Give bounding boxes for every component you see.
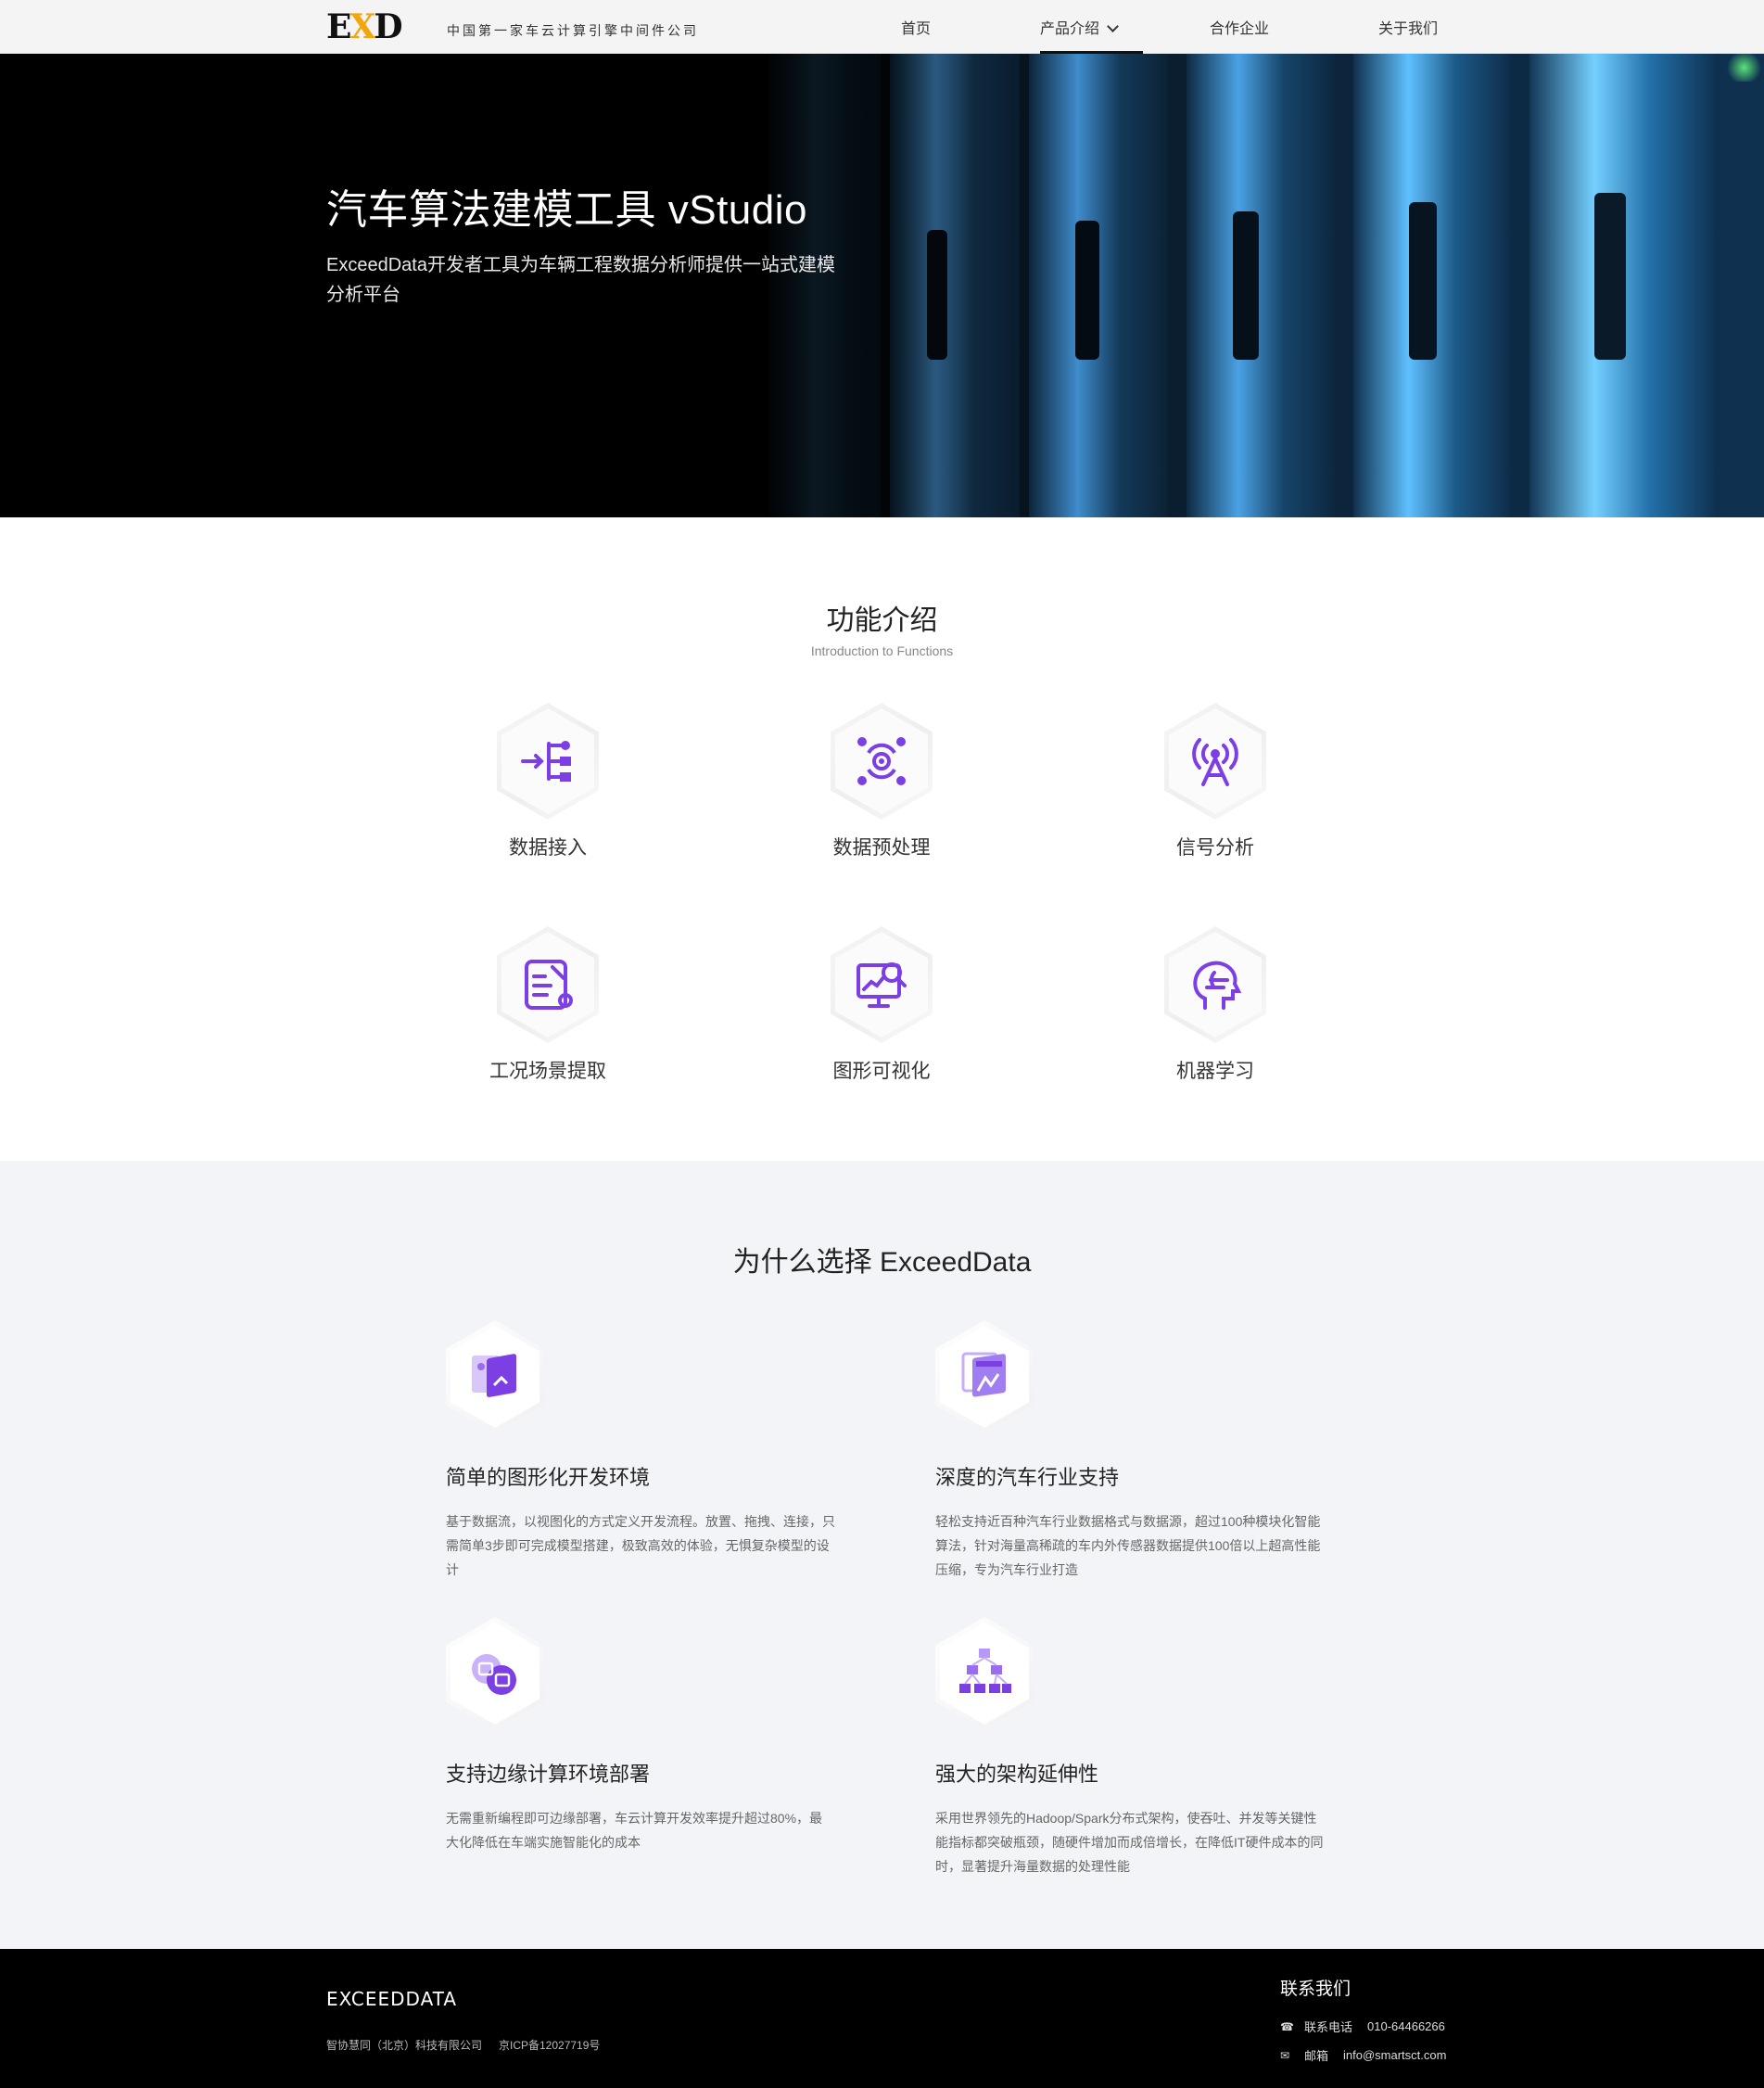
contact-email: ✉ 邮箱 info@smartsct.com (1280, 2048, 1447, 2063)
chevron-down-icon (1107, 20, 1119, 32)
contact-phone: ☎ 联系电话 010-64466266 (1280, 2019, 1445, 2034)
why-item-desc: 无需重新编程即可边缘部署，车云计算开发效率提升超过80%，最大化降低在车端实施智… (446, 1811, 823, 1850)
functions-title: 功能介绍 (826, 605, 938, 636)
why-item-industry-support: 深度的汽车行业支持 轻松支持近百种汽车行业数据格式与数据源，超过100种模块化智… (935, 1320, 1325, 1582)
why-title: 为什么选择 ExceedData (732, 1247, 1032, 1278)
why-item-title: 强大的架构延伸性 (935, 1763, 1099, 1786)
why-item-title: 简单的图形化开发环境 (446, 1466, 651, 1489)
email-address[interactable]: info@smartsct.com (1343, 2048, 1446, 2062)
function-label: 数据预处理 (832, 837, 931, 859)
exd-logo[interactable]: EXD (326, 10, 403, 44)
footer-company: 智协慧同（北京）科技有限公司 (326, 2039, 483, 2052)
function-item-data-preprocess[interactable]: 数据预处理 (770, 703, 993, 860)
graphical-dev-icon (472, 1354, 516, 1397)
function-item-data-ingest[interactable]: 数据接入 (437, 703, 659, 860)
visualization-icon (857, 962, 907, 1008)
function-item-signal-analysis[interactable]: 信号分析 (1104, 703, 1326, 860)
nav-partners[interactable]: 合作企业 (1210, 0, 1269, 54)
footer: EXCEEDDATA 智协慧同（北京）科技有限公司 京ICP备12027719号… (0, 1949, 1764, 2088)
why-item-title: 支持边缘计算环境部署 (446, 1763, 651, 1786)
phone-icon: ☎ (1280, 2019, 1294, 2033)
mail-icon: ✉ (1280, 2048, 1290, 2062)
functions-section: 功能介绍 Introduction to Functions 数据接入 数据预处… (0, 517, 1764, 1161)
why-item-desc: 轻松支持近百种汽车行业数据格式与数据源，超过100种模块化智能算法，针对海量高稀… (935, 1514, 1321, 1577)
why-section: 为什么选择 ExceedData 简单的图形化开发环境 基于数据流，以视图化的方… (0, 1161, 1764, 1949)
machine-learning-icon (1193, 961, 1242, 1010)
function-label: 数据接入 (509, 837, 587, 859)
why-item-desc: 采用世界领先的Hadoop/Spark分布式架构，使吞吐、并发等关键性能指标都突… (935, 1811, 1324, 1874)
function-label: 图形可视化 (832, 1061, 931, 1082)
nav-products[interactable]: 产品介绍 (1040, 0, 1144, 54)
why-item-architecture: 强大的架构延伸性 采用世界领先的Hadoop/Spark分布式架构，使吞吐、并发… (935, 1617, 1325, 1878)
footer-icp-link[interactable]: 京ICP备12027719号 (499, 2037, 600, 2053)
function-item-scenario-extract[interactable]: 工况场景提取 (437, 926, 659, 1084)
footer-logo[interactable]: EXCEEDDATA (326, 1988, 457, 2010)
data-preprocess-icon (857, 737, 906, 785)
data-ingest-icon (521, 741, 571, 782)
why-item-title: 深度的汽车行业支持 (935, 1466, 1120, 1489)
why-item-graphical-dev: 简单的图形化开发环境 基于数据流，以视图化的方式定义开发流程。放置、拖拽、连接，… (446, 1320, 835, 1582)
function-label: 信号分析 (1176, 837, 1254, 859)
why-item-desc: 基于数据流，以视图化的方式定义开发流程。放置、拖拽、连接，只需简单3步即可完成模… (446, 1514, 835, 1577)
company-tagline: 中国第一家车云计算引擎中间件公司 (447, 24, 699, 39)
hero-banner: 汽车算法建模工具 vStudio ExceedData开发者工具为车辆工程数据分… (0, 54, 1764, 517)
functions-subtitle: Introduction to Functions (810, 643, 954, 658)
industry-support-icon (961, 1352, 1006, 1397)
nav-home[interactable]: 首页 (901, 0, 931, 54)
top-navbar: EXD 中国第一家车云计算引擎中间件公司 首页 产品介绍 合作企业 关于我们 (0, 0, 1764, 54)
hero-subtitle: ExceedData开发者工具为车辆工程数据分析师提供一站式建模分析平台 (326, 255, 835, 305)
contact-title: 联系我们 (1280, 1980, 1352, 1999)
function-label: 机器学习 (1176, 1061, 1254, 1082)
scenario-extract-icon (525, 960, 573, 1010)
function-item-visualization[interactable]: 图形可视化 (770, 926, 993, 1084)
hero-title: 汽车算法建模工具 vStudio (326, 187, 807, 233)
edge-compute-icon (472, 1654, 516, 1695)
phone-number[interactable]: 010-64466266 (1367, 2019, 1445, 2033)
function-item-machine-learning[interactable]: 机器学习 (1104, 926, 1326, 1084)
why-item-edge-compute: 支持边缘计算环境部署 无需重新编程即可边缘部署，车云计算开发效率提升超过80%，… (446, 1617, 835, 1854)
signal-tower-icon (1192, 738, 1238, 786)
function-label: 工况场景提取 (489, 1061, 606, 1082)
architecture-icon (959, 1649, 1011, 1693)
nav-about[interactable]: 关于我们 (1378, 0, 1438, 54)
